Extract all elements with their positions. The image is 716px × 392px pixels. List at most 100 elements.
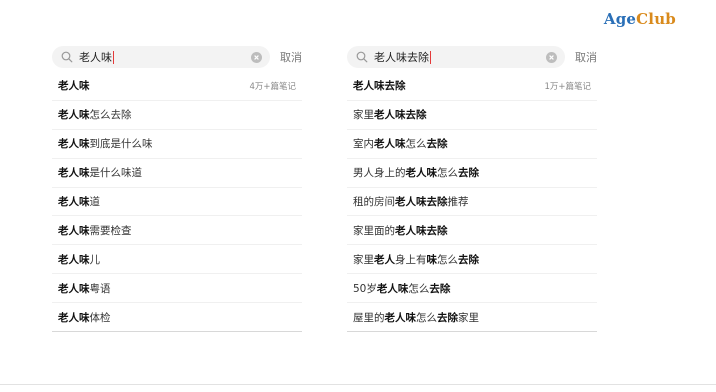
ageclub-logo: AgeClub bbox=[604, 10, 676, 28]
cancel-button[interactable]: 取消 bbox=[575, 49, 597, 65]
suggestion-rest: 到底是什么味 bbox=[89, 138, 153, 151]
clear-icon[interactable] bbox=[545, 51, 557, 63]
search-input[interactable]: 老人味 bbox=[52, 46, 270, 68]
suggestion-label: 老人味 bbox=[58, 78, 90, 93]
search-icon bbox=[355, 50, 369, 64]
text-cursor bbox=[430, 50, 431, 64]
suggestion-list: 老人味 4万+篇笔记 老人味怎么去除 老人味到底是什么味 老人味是什么味道 老人味道 老人味… bbox=[52, 72, 302, 333]
suggestion-rest: 需要检查 bbox=[89, 224, 132, 237]
logo-part-age: Age bbox=[603, 10, 637, 28]
suggestion-item[interactable]: 50岁老人味怎么去除 bbox=[347, 274, 597, 304]
suggestion-match: 老人 bbox=[374, 253, 395, 266]
search-input[interactable]: 老人味去除 bbox=[347, 46, 565, 68]
suggestion-match: 老人味 bbox=[58, 224, 90, 237]
right-search-panel: 老人味去除 取消 老人味去除 1万+篇笔记 家里老人味去除 室内老人味怎么去除 男人身上… bbox=[347, 44, 597, 333]
suggestion-item[interactable]: 租的房间老人味去除推荐 bbox=[347, 188, 597, 217]
suggestion-rest: 屋里的 bbox=[353, 311, 385, 324]
note-count: 4万+篇笔记 bbox=[249, 81, 296, 92]
suggestion-rest: 怎么 bbox=[408, 282, 430, 295]
suggestion-rest: 身上有 bbox=[395, 253, 427, 266]
suggestion-rest: 室内 bbox=[353, 138, 374, 151]
suggestion-match: 老人味 bbox=[58, 80, 90, 93]
suggestion-item[interactable]: 老人味怎么去除 bbox=[52, 101, 302, 130]
suggestion-rest: 是什么味道 bbox=[89, 167, 143, 180]
suggestion-match: 味 bbox=[426, 253, 438, 266]
suggestion-match: 去除 bbox=[437, 311, 458, 324]
suggestion-match: 去除 bbox=[458, 167, 479, 180]
suggestion-label: 老人味怎么去除 bbox=[58, 107, 132, 122]
suggestion-item[interactable]: 家里老人味去除 bbox=[347, 101, 597, 130]
suggestion-rest: 家里面的 bbox=[353, 224, 395, 237]
suggestion-label: 男人身上的老人味怎么去除 bbox=[353, 165, 479, 180]
suggestion-item[interactable]: 家里老人身上有味怎么去除 bbox=[347, 245, 597, 275]
suggestion-label: 屋里的老人味怎么去除家里 bbox=[353, 310, 479, 325]
left-search-panel: 老人味 取消 老人味 4万+篇笔记 老人味怎么去除 老人味到底是什么味 老人味是什么味道… bbox=[52, 44, 302, 333]
suggestion-list: 老人味去除 1万+篇笔记 家里老人味去除 室内老人味怎么去除 男人身上的老人味怎么去除租… bbox=[347, 72, 597, 333]
suggestion-match: 老人味 bbox=[384, 311, 417, 324]
suggestion-match: 去除 bbox=[458, 253, 479, 266]
text-cursor bbox=[113, 50, 114, 64]
suggestion-rest: 50岁 bbox=[353, 282, 377, 295]
suggestion-rest: 怎么 bbox=[405, 138, 427, 151]
suggestion-item[interactable]: 老人味到底是什么味 bbox=[52, 130, 302, 159]
suggestion-label: 家里老人身上有味怎么去除 bbox=[353, 252, 479, 267]
suggestion-match: 老人味 bbox=[58, 109, 90, 122]
suggestion-match: 老人味 bbox=[58, 167, 90, 180]
suggestion-item[interactable]: 老人味体检 bbox=[52, 303, 302, 333]
suggestion-item[interactable]: 老人味 4万+篇笔记 bbox=[52, 72, 302, 101]
suggestion-rest: 家里 bbox=[353, 109, 374, 122]
suggestion-label: 老人味体检 bbox=[58, 310, 111, 325]
suggestion-match: 老人味 bbox=[58, 253, 90, 266]
suggestion-rest: 粤语 bbox=[89, 282, 111, 295]
suggestion-item[interactable]: 老人味需要检查 bbox=[52, 216, 302, 246]
search-query-text: 老人味去除 bbox=[374, 51, 429, 64]
suggestion-rest: 道 bbox=[89, 196, 101, 208]
cancel-button[interactable]: 取消 bbox=[280, 49, 302, 65]
suggestion-rest: 家里 bbox=[458, 311, 479, 324]
suggestion-label: 50岁老人味怎么去除 bbox=[353, 281, 450, 296]
search-bar: 老人味去除 取消 bbox=[347, 44, 597, 70]
search-bar: 老人味 取消 bbox=[52, 44, 302, 70]
suggestion-label: 老人味需要检查 bbox=[58, 223, 132, 238]
suggestion-label: 租的房间老人味去除推荐 bbox=[353, 194, 469, 209]
suggestion-rest: 怎么 bbox=[437, 167, 458, 180]
suggestion-item[interactable]: 家里面的老人味去除 bbox=[347, 216, 597, 246]
clear-icon[interactable] bbox=[250, 51, 262, 63]
suggestion-item[interactable]: 老人味粤语 bbox=[52, 274, 302, 304]
suggestion-match: 去除 bbox=[429, 282, 451, 295]
suggestion-rest: 家里 bbox=[353, 253, 374, 266]
suggestion-label: 老人味是什么味道 bbox=[58, 165, 142, 180]
suggestion-label: 老人味去除 bbox=[353, 78, 406, 93]
suggestion-rest: 怎么 bbox=[416, 311, 437, 324]
suggestion-match: 老人味 bbox=[58, 196, 90, 208]
suggestion-label: 家里面的老人味去除 bbox=[353, 223, 448, 238]
suggestion-label: 室内老人味怎么去除 bbox=[353, 136, 448, 151]
suggestion-match: 老人味 bbox=[405, 167, 438, 180]
suggestion-item[interactable]: 老人味去除 1万+篇笔记 bbox=[347, 72, 597, 101]
suggestion-item[interactable]: 男人身上的老人味怎么去除 bbox=[347, 159, 597, 188]
suggestion-item[interactable]: 室内老人味怎么去除 bbox=[347, 130, 597, 159]
search-icon bbox=[60, 50, 74, 64]
suggestion-match: 老人味 bbox=[376, 282, 409, 295]
suggestion-rest: 儿 bbox=[89, 253, 101, 266]
suggestion-item[interactable]: 屋里的老人味怎么去除家里 bbox=[347, 303, 597, 333]
suggestion-rest: 男人身上的 bbox=[353, 167, 406, 180]
suggestion-match: 老人味 bbox=[58, 282, 90, 295]
bottom-divider bbox=[0, 384, 716, 385]
suggestion-rest: 体检 bbox=[89, 311, 111, 324]
suggestion-match: 老人味 bbox=[58, 311, 90, 324]
suggestion-rest: 怎么去除 bbox=[89, 109, 132, 122]
suggestion-rest: 怎么 bbox=[437, 253, 458, 266]
search-query-text: 老人味 bbox=[79, 51, 112, 64]
suggestion-item[interactable]: 老人味道 bbox=[52, 188, 302, 217]
suggestion-label: 老人味到底是什么味 bbox=[58, 136, 153, 151]
suggestion-match: 去除 bbox=[426, 138, 448, 151]
suggestion-match: 老人味去除 bbox=[395, 196, 448, 208]
suggestion-rest: 租的房间 bbox=[353, 196, 395, 208]
suggestion-item[interactable]: 老人味是什么味道 bbox=[52, 159, 302, 188]
suggestion-match: 老人味去除 bbox=[353, 80, 406, 93]
search-query: 老人味 bbox=[79, 49, 250, 65]
note-count: 1万+篇笔记 bbox=[544, 81, 591, 92]
suggestion-label: 家里老人味去除 bbox=[353, 107, 427, 122]
suggestion-item[interactable]: 老人味儿 bbox=[52, 245, 302, 275]
